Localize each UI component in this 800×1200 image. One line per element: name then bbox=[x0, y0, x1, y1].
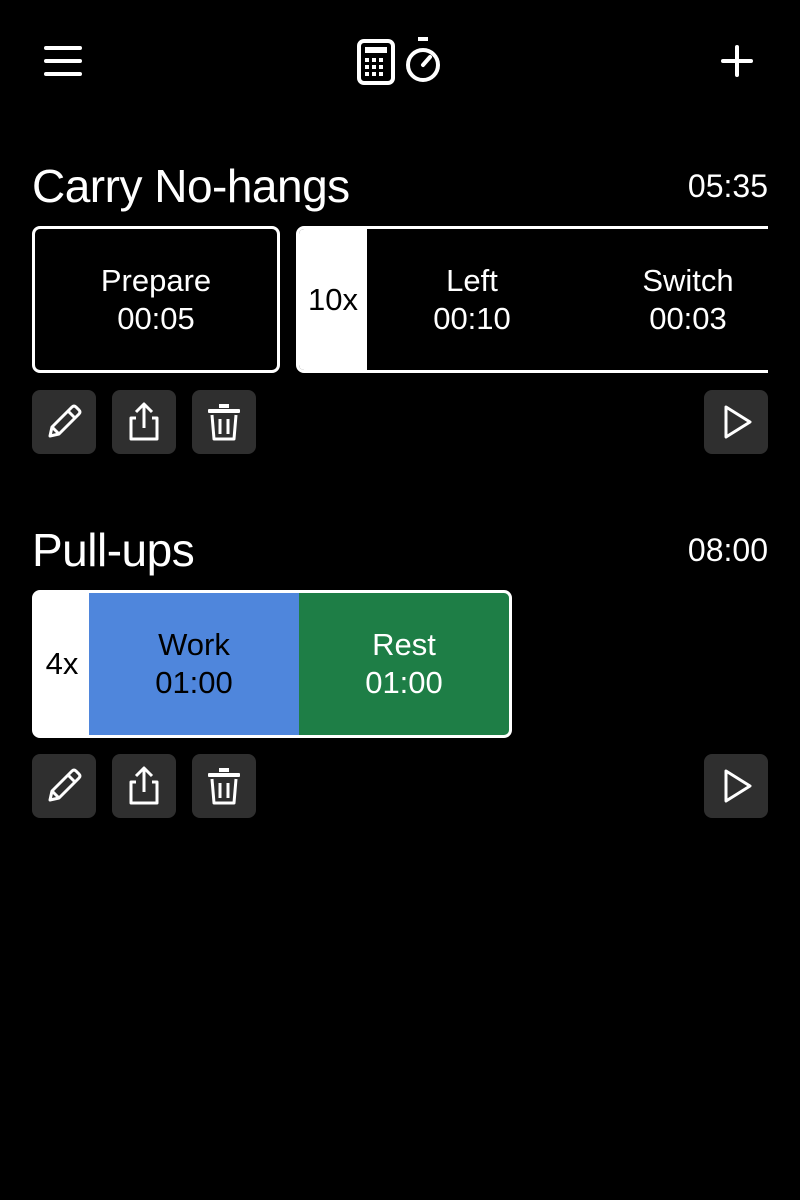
switch-segment[interactable]: Switch 00:03 bbox=[585, 229, 768, 370]
play-icon bbox=[724, 769, 752, 803]
pencil-icon bbox=[48, 404, 82, 438]
play-button[interactable] bbox=[704, 390, 768, 454]
repeat-count: 10x bbox=[299, 229, 367, 370]
rest-segment[interactable]: Rest 01:00 bbox=[299, 593, 509, 735]
segment-label: Rest bbox=[372, 627, 436, 662]
workout-title[interactable]: Pull-ups bbox=[32, 522, 195, 578]
repeat-group[interactable]: 10x Left 00:10 Switch 00:03 bbox=[296, 226, 768, 373]
work-segment[interactable]: Work 01:00 bbox=[89, 593, 299, 735]
app-logo bbox=[354, 36, 446, 86]
repeat-count: 4x bbox=[45, 646, 79, 681]
prepare-segment[interactable]: Prepare 00:05 bbox=[32, 226, 280, 373]
workout-title[interactable]: Carry No-hangs bbox=[32, 158, 350, 214]
segment-label: Prepare bbox=[100, 262, 212, 298]
delete-button[interactable] bbox=[192, 390, 256, 454]
play-icon bbox=[724, 405, 752, 439]
play-button[interactable] bbox=[704, 754, 768, 818]
stopwatch-icon bbox=[406, 37, 440, 82]
workout-total-duration: 05:35 bbox=[687, 168, 768, 204]
add-workout-button[interactable] bbox=[712, 36, 762, 86]
left-segment[interactable]: Left 00:10 bbox=[369, 229, 575, 370]
trash-icon bbox=[208, 768, 240, 805]
share-button[interactable] bbox=[112, 754, 176, 818]
pencil-icon bbox=[48, 768, 82, 802]
trash-icon bbox=[208, 404, 240, 441]
workout-actions bbox=[32, 390, 768, 454]
segment-time: 00:03 bbox=[649, 300, 727, 336]
segment-time: 01:00 bbox=[365, 665, 443, 700]
share-button[interactable] bbox=[112, 390, 176, 454]
share-icon bbox=[129, 766, 159, 805]
menu-button[interactable] bbox=[40, 40, 88, 84]
segment-time: 01:00 bbox=[155, 665, 233, 700]
share-icon bbox=[129, 402, 159, 441]
segment-label: Left bbox=[446, 262, 498, 298]
repeat-group[interactable]: 4x Work 01:00 Rest 01:00 bbox=[32, 590, 512, 738]
edit-button[interactable] bbox=[32, 390, 96, 454]
workout-actions bbox=[32, 754, 768, 818]
segment-label: Switch bbox=[642, 262, 734, 298]
delete-button[interactable] bbox=[192, 754, 256, 818]
segment-time: 00:05 bbox=[117, 300, 195, 336]
top-bar bbox=[0, 0, 800, 120]
segment-label: Work bbox=[158, 627, 230, 662]
workout-total-duration: 08:00 bbox=[687, 532, 768, 568]
plus-icon bbox=[721, 45, 753, 77]
segment-time: 00:10 bbox=[433, 300, 511, 336]
hamburger-menu-icon bbox=[44, 46, 82, 76]
workout-timeline[interactable]: Prepare 00:05 10x Left 00:10 Switch 00:0… bbox=[32, 226, 768, 374]
app-screen: Carry No-hangs 05:35 Prepare 00:05 10x L… bbox=[0, 0, 800, 1200]
calculator-icon bbox=[357, 39, 395, 85]
edit-button[interactable] bbox=[32, 754, 96, 818]
